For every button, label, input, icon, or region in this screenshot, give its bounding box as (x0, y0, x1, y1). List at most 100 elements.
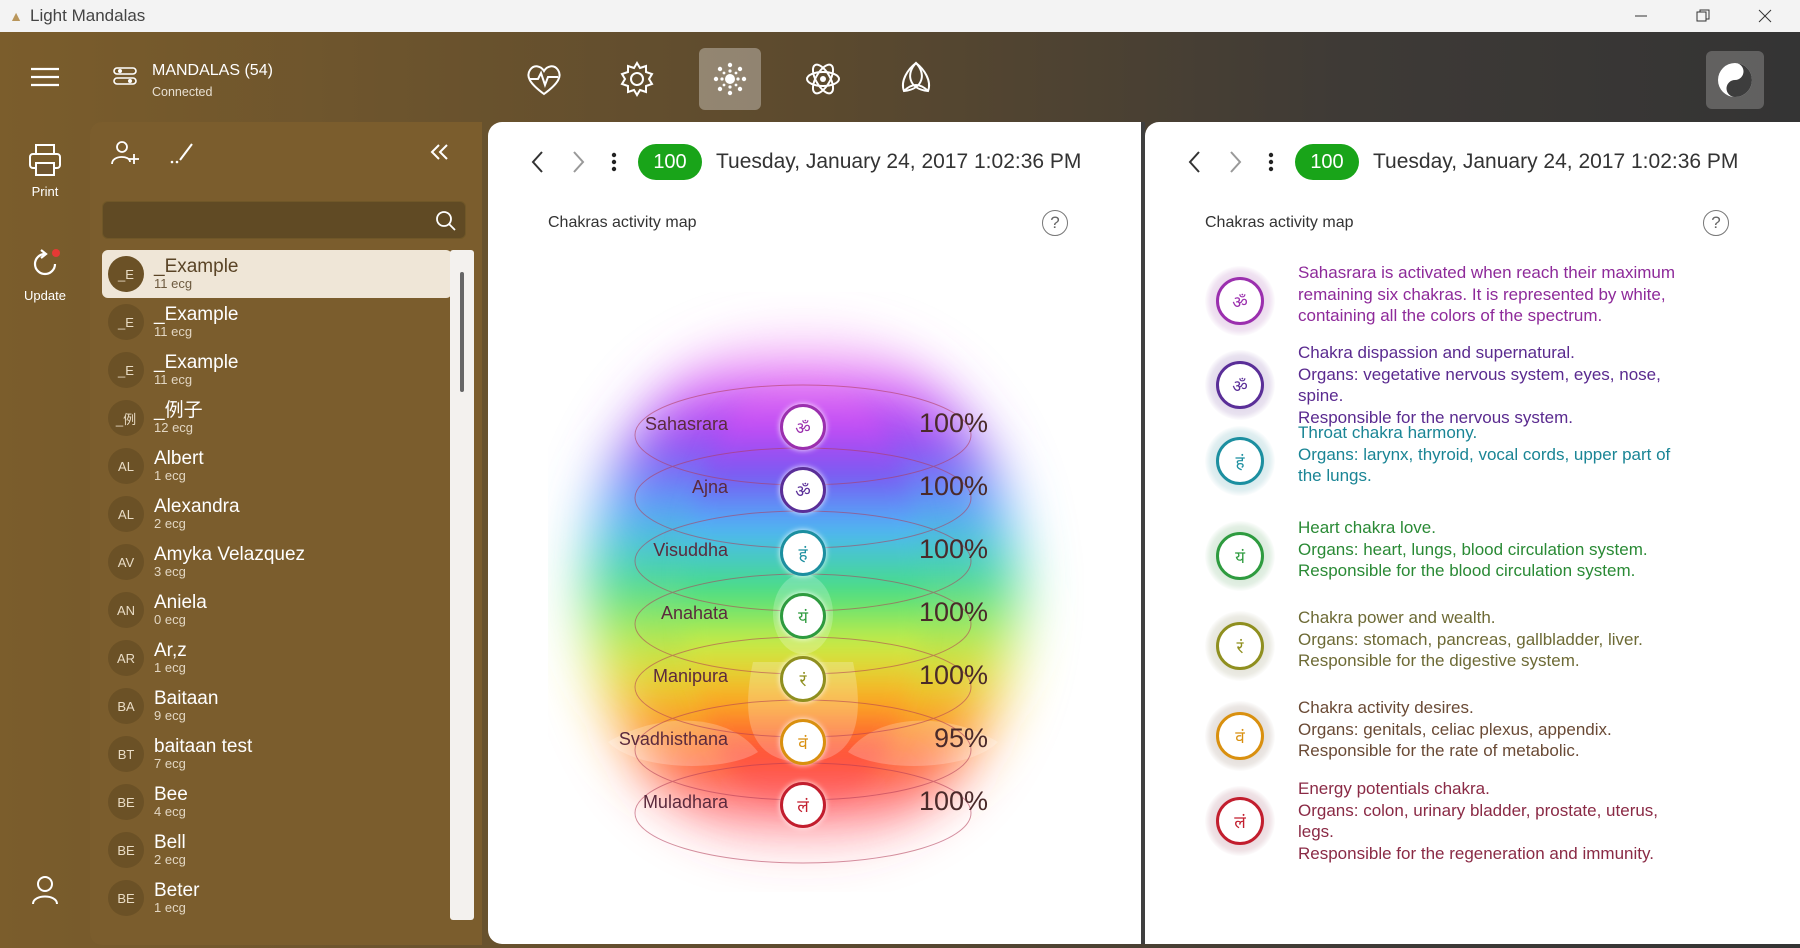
patient-list-item[interactable]: _E _Example 11 ecg (102, 250, 452, 298)
patient-list-item[interactable]: BE Bell 2 ecg (102, 826, 452, 874)
patient-list-item[interactable]: BT baitaan test 7 ecg (102, 730, 452, 778)
refresh-icon (33, 249, 60, 276)
tab-energy[interactable] (792, 48, 854, 110)
restore-button[interactable] (1672, 0, 1734, 32)
account-button[interactable] (0, 874, 90, 906)
patient-list-item[interactable]: _E _Example 11 ecg (102, 298, 452, 346)
chakra-emblem-inner: वं (1216, 712, 1264, 760)
patient-name: Baitaan (154, 688, 219, 709)
chakra-glyph: वं (1235, 727, 1245, 748)
search-icon (436, 211, 456, 231)
patient-list-item[interactable]: _例 _例子 12 ecg (102, 394, 452, 442)
triquetra-icon (902, 61, 930, 93)
patient-list-item[interactable]: AL Alexandra 2 ecg (102, 490, 452, 538)
more-options-button[interactable] (1255, 142, 1287, 182)
ecg-count: 1 ecg (154, 660, 186, 675)
chakra-name: Ajna (691, 477, 728, 497)
avatar: AR (108, 640, 144, 676)
avatar: AV (108, 544, 144, 580)
menu-button[interactable] (0, 66, 90, 88)
chakra-glyph: ॐ (795, 418, 811, 439)
minimize-button[interactable] (1610, 0, 1672, 32)
patient-list-item[interactable]: AR Ar,z 1 ecg (102, 634, 452, 682)
patient-info: Albert 1 ecg (154, 449, 204, 483)
chakra-description-text: Energy potentials chakra. Organs: colon, … (1298, 778, 1738, 864)
chakra-emblem-icon: यं (780, 593, 826, 639)
next-record-button[interactable] (1215, 142, 1255, 182)
chakra-emblem-inner: ॐ (1216, 277, 1264, 325)
chakra-emblem-icon: रं (780, 656, 826, 702)
chakra-emblem-icon: लं (1205, 786, 1275, 856)
patient-name: _Example (154, 304, 239, 325)
chakra-percentage: 100% (918, 597, 988, 627)
balance-mode-button[interactable] (1706, 51, 1764, 109)
close-button[interactable] (1734, 0, 1796, 32)
print-button[interactable]: Print (0, 142, 90, 199)
chakra-emblem-icon: हं (780, 530, 826, 576)
next-record-button[interactable] (558, 142, 598, 182)
search-input[interactable] (102, 201, 466, 239)
chakra-emblem-inner: हं (1216, 437, 1264, 485)
patient-list-item[interactable]: BA Baitaan 9 ecg (102, 682, 452, 730)
chevron-right-icon (1230, 151, 1242, 173)
avatar: _E (108, 352, 144, 388)
patient-info: Baitaan 9 ecg (154, 689, 218, 723)
description-line: Responsible for the regeneration and imm… (1298, 843, 1654, 863)
description-line: Organs: stomach, pancreas, gallbladder, … (1298, 629, 1643, 649)
avatar: _E (108, 256, 144, 292)
record-datetime: Tuesday, January 24, 2017 1:02:36 PM (716, 150, 1082, 173)
chakra-emblem-icon: हं (1205, 426, 1275, 496)
patient-list-item[interactable]: BE Beter 1 ecg (102, 874, 452, 922)
list-scrollbar[interactable] (450, 250, 474, 920)
patient-name: _Example (154, 352, 239, 373)
tab-triquetra[interactable] (885, 48, 947, 110)
tab-settings[interactable] (606, 48, 668, 110)
patient-info: Bell 2 ecg (154, 833, 186, 867)
collapse-panel-icon[interactable] (428, 140, 452, 164)
more-options-button[interactable] (598, 142, 630, 182)
description-line: remaining six chakras. It is represented… (1298, 284, 1666, 304)
yin-yang-icon (1718, 63, 1752, 97)
tab-chakra-mandala[interactable] (699, 48, 761, 110)
chakra-name: Visuddha (653, 540, 728, 560)
avatar: _例 (108, 400, 144, 436)
previous-record-button[interactable] (518, 142, 558, 182)
hamburger-menu-icon (31, 67, 59, 87)
more-vertical-icon (1268, 152, 1274, 172)
help-icon[interactable]: ? (1042, 210, 1068, 236)
app-logo-icon: ▲ (9, 8, 23, 24)
avatar: BE (108, 784, 144, 820)
patient-list-item[interactable]: BE Bee 4 ecg (102, 778, 452, 826)
chakra-glyph: ॐ (1232, 292, 1248, 313)
chakra-row: Muladhara लं 100% (548, 780, 1088, 830)
patient-name: Albert (154, 448, 204, 469)
description-line: Chakra power and wealth. (1298, 608, 1496, 627)
window-titlebar: ▲ Light Mandalas (0, 0, 1800, 32)
avatar: BT (108, 736, 144, 772)
avatar: AL (108, 448, 144, 484)
description-line: Organs: colon, urinary bladder, prostate… (1298, 800, 1659, 820)
tab-heart-rate[interactable] (513, 48, 575, 110)
help-icon[interactable]: ? (1703, 210, 1729, 236)
patient-list-item[interactable]: AV Amyka Velazquez 3 ecg (102, 538, 452, 586)
patient-list-item[interactable]: _E _Example 11 ecg (102, 346, 452, 394)
avatar: BA (108, 688, 144, 724)
score-badge: 100 (638, 144, 702, 180)
chakra-emblem-icon: ॐ (780, 404, 826, 450)
update-button[interactable]: Update (0, 246, 90, 303)
add-person-icon[interactable] (110, 138, 140, 168)
chakra-row: Sahasrara ॐ 100% (548, 402, 1088, 452)
patient-name: _例子 (154, 400, 203, 421)
chakra-glyph: ॐ (1232, 376, 1248, 397)
group-selector[interactable]: MANDALAS (54) Connected (112, 62, 273, 99)
edit-icon[interactable] (168, 138, 198, 168)
description-line: Organs: genitals, celiac plexus, appendi… (1298, 719, 1612, 739)
description-line: Chakra activity desires. (1298, 698, 1474, 717)
patient-list-item[interactable]: AL Albert 1 ecg (102, 442, 452, 490)
chakra-glyph: लं (1234, 812, 1246, 833)
chakra-emblem-inner: ॐ (1216, 361, 1264, 409)
patient-list-item[interactable]: AN Aniela 0 ecg (102, 586, 452, 634)
scrollbar-thumb[interactable] (460, 272, 464, 392)
chakra-row: Visuddha हं 100% (548, 528, 1088, 578)
previous-record-button[interactable] (1175, 142, 1215, 182)
